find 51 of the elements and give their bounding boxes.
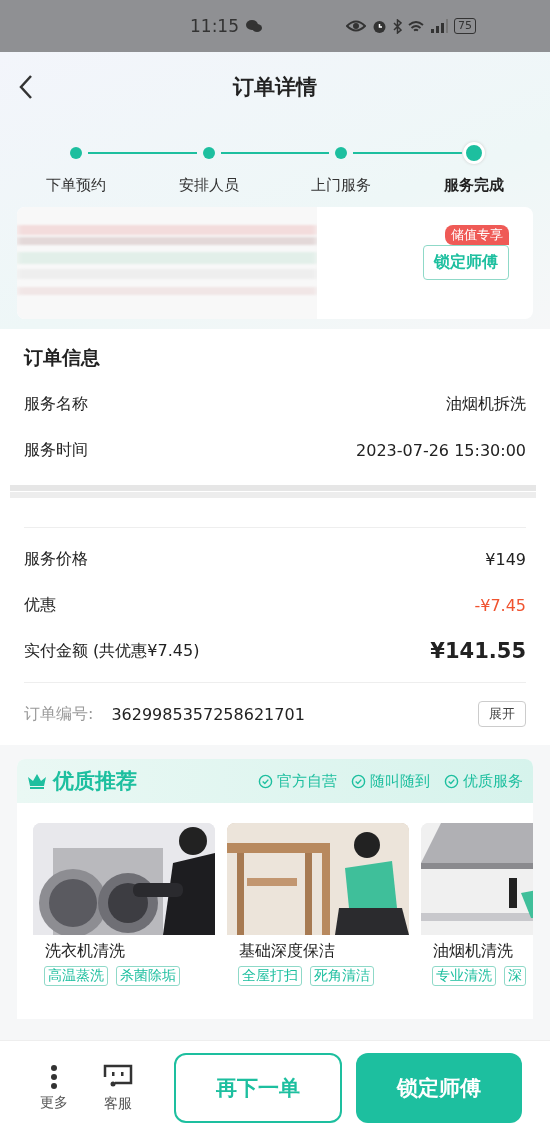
service-tag: 全屋打扫 bbox=[238, 966, 302, 986]
alarm-icon bbox=[372, 18, 387, 34]
service-tag: 杀菌除垢 bbox=[116, 966, 180, 986]
service-tag: 高温蒸洗 bbox=[44, 966, 108, 986]
check-icon bbox=[258, 773, 273, 789]
service-name: 基础深度保洁 bbox=[238, 940, 336, 962]
service-name: 洗衣机清洗 bbox=[44, 940, 126, 962]
price-label: 服务价格 bbox=[24, 548, 88, 570]
expand-button[interactable]: 展开 bbox=[478, 701, 526, 727]
crown-icon bbox=[27, 773, 47, 789]
price-value: ¥141.55 bbox=[430, 639, 526, 663]
order-number-label: 订单编号: bbox=[24, 703, 94, 725]
section-title: 优质推荐 bbox=[53, 768, 137, 795]
check-icon bbox=[351, 773, 366, 789]
service-name: 油烟机清洗 bbox=[432, 940, 514, 962]
price-value: -¥7.45 bbox=[474, 595, 526, 615]
feature-label: 优质服务 bbox=[463, 771, 523, 791]
section-title: 订单信息 bbox=[24, 345, 101, 370]
step-label: 安排人员 bbox=[178, 176, 239, 195]
page-title: 订单详情 bbox=[233, 74, 317, 101]
back-icon[interactable] bbox=[18, 74, 34, 100]
promo-badge: 储值专享 bbox=[445, 225, 509, 245]
service-card[interactable]: 基础深度保洁 全屋打扫 死角清洁 bbox=[227, 823, 409, 986]
service-tag: 深 bbox=[504, 966, 526, 986]
order-number: 3629985357258621701 bbox=[111, 704, 305, 724]
clock: 11:15 bbox=[190, 16, 239, 36]
step-label: 服务完成 bbox=[443, 176, 504, 195]
step-label: 上门服务 bbox=[311, 176, 372, 195]
service-tag: 专业清洗 bbox=[432, 966, 496, 986]
info-label: 服务名称 bbox=[24, 393, 88, 415]
bluetooth-icon bbox=[393, 18, 402, 34]
info-value: 2023-07-26 15:30:00 bbox=[356, 440, 526, 460]
price-value: ¥149 bbox=[485, 549, 526, 569]
wifi-icon bbox=[408, 19, 424, 33]
more-button[interactable]: 更多 bbox=[40, 1064, 68, 1112]
customer-service-button[interactable]: 客服 bbox=[102, 1063, 134, 1113]
service-tag: 死角清洁 bbox=[310, 966, 374, 986]
price-label: 优惠 bbox=[24, 594, 56, 616]
feature-label: 官方自营 bbox=[277, 771, 337, 791]
info-label: 服务时间 bbox=[24, 439, 88, 461]
eye-icon bbox=[346, 20, 366, 32]
check-icon bbox=[444, 773, 459, 789]
feature-label: 随叫随到 bbox=[370, 771, 430, 791]
info-value: 油烟机拆洗 bbox=[446, 393, 526, 415]
more-icon bbox=[50, 1064, 58, 1090]
signal-icon bbox=[430, 19, 448, 33]
price-label: 实付金额 (共优惠¥7.45) bbox=[24, 640, 200, 662]
chat-bubbles-icon bbox=[245, 19, 263, 33]
step-label: 下单预约 bbox=[46, 176, 107, 195]
service-card[interactable]: 油烟机清洗 专业清洗 深 bbox=[421, 823, 533, 986]
battery-level: 75 bbox=[454, 18, 476, 34]
